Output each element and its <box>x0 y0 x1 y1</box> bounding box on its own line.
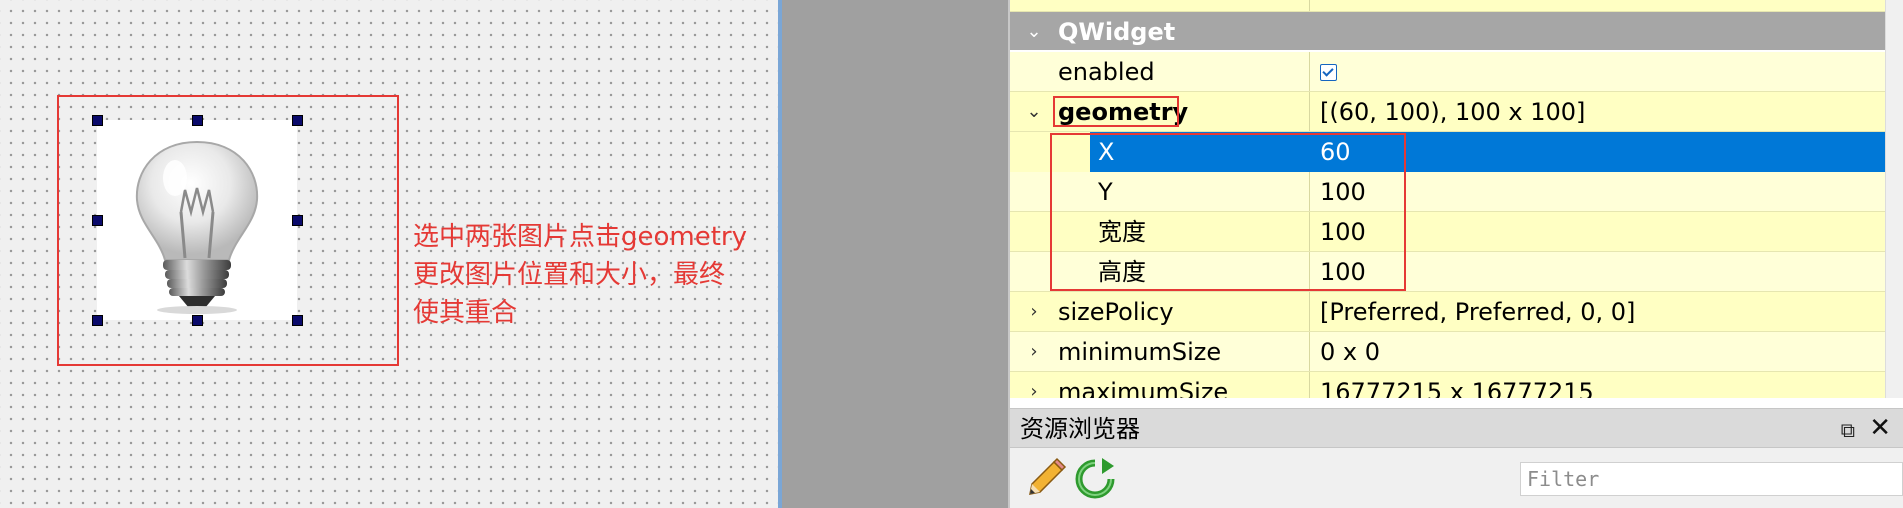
property-value[interactable]: 16777215 x 16777215 <box>1320 372 1594 398</box>
float-window-icon[interactable]: ⧉ <box>1841 418 1855 442</box>
annotation-highlight-box <box>57 95 399 366</box>
collapse-chevron-icon[interactable]: ⌄ <box>1024 92 1044 132</box>
property-name: maximumSize <box>1058 378 1229 398</box>
form-canvas[interactable]: 选中两张图片点击geometry 更改图片位置和大小，最终 使其重合 <box>0 0 778 508</box>
mdi-background <box>782 0 1010 508</box>
collapse-chevron-icon[interactable]: ⌄ <box>1024 12 1044 52</box>
property-value[interactable]: 0 x 0 <box>1320 332 1380 372</box>
annotation-line: 使其重合 <box>413 298 518 328</box>
pencil-icon[interactable] <box>1022 456 1068 502</box>
resource-browser-header: 资源浏览器 ⧉ ✕ <box>1010 408 1903 448</box>
annotation-line: 更改图片位置和大小，最终 <box>413 260 726 290</box>
resource-browser-title: 资源浏览器 <box>1020 415 1140 443</box>
annotation-xy-box <box>1050 133 1406 291</box>
annotation-geometry-box <box>1053 96 1179 127</box>
property-row-minimumsize[interactable]: › minimumSize 0 x 0 <box>1010 332 1885 372</box>
property-name: minimumSize <box>1058 338 1222 366</box>
property-value[interactable]: [(60, 100), 100 x 100] <box>1320 92 1585 132</box>
property-row-sizepolicy[interactable]: › sizePolicy [Preferred, Preferred, 0, 0… <box>1010 292 1885 332</box>
property-value[interactable]: [Preferred, Preferred, 0, 0] <box>1320 292 1635 332</box>
property-section-qwidget[interactable]: ⌄ QWidget <box>1010 12 1885 50</box>
annotation-line: 选中两张图片点击geometry <box>413 222 748 252</box>
property-name: enabled <box>1058 58 1155 86</box>
property-row-enabled[interactable]: enabled <box>1010 52 1885 92</box>
reload-icon[interactable] <box>1072 456 1118 502</box>
close-icon[interactable]: ✕ <box>1869 413 1891 443</box>
section-label: QWidget <box>1058 18 1176 46</box>
property-editor-scrollbar[interactable] <box>1885 0 1903 398</box>
property-name: sizePolicy <box>1058 298 1174 326</box>
expand-chevron-icon[interactable]: › <box>1024 332 1044 372</box>
property-row-maximumsize[interactable]: › maximumSize 16777215 x 16777215 <box>1010 372 1885 398</box>
filter-input[interactable] <box>1520 462 1903 496</box>
expand-chevron-icon[interactable]: › <box>1024 292 1044 332</box>
property-row-objectname[interactable] <box>1010 0 1885 12</box>
annotation-text: 选中两张图片点击geometry 更改图片位置和大小，最终 使其重合 <box>413 218 783 332</box>
expand-chevron-icon[interactable]: › <box>1024 372 1044 398</box>
enabled-checkbox[interactable] <box>1320 64 1337 81</box>
